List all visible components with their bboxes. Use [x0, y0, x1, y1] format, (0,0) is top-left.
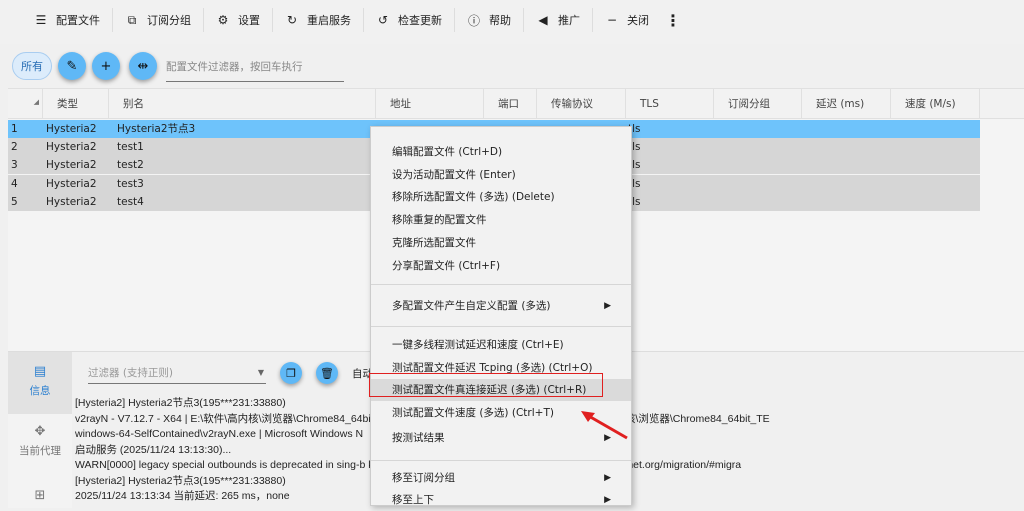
menu-item[interactable]: 编辑配置文件 (Ctrl+D): [371, 141, 631, 163]
col-address[interactable]: 地址: [376, 89, 484, 119]
add-button[interactable]: +: [92, 52, 120, 80]
cell-num: 1: [11, 123, 18, 135]
menu-item[interactable]: 一键多线程测试延迟和速度 (Ctrl+E): [371, 334, 631, 356]
speaker-icon: ◀: [538, 13, 548, 27]
col-delay[interactable]: 延迟 (ms): [802, 89, 891, 119]
split-icon: ⇹: [137, 58, 149, 74]
pencil-icon: ✎: [66, 58, 78, 74]
copy-icon: ❐: [286, 366, 296, 380]
submenu-arrow-icon: ▶: [604, 473, 611, 483]
menu-separator: [371, 284, 631, 285]
toolbar-restart[interactable]: ↻ 重启服务: [273, 8, 364, 32]
col-type[interactable]: 类型: [43, 89, 109, 119]
network-icon: ⊞: [34, 488, 46, 503]
cell-name: test4: [117, 195, 144, 208]
help-icon: ⓘ: [467, 13, 480, 28]
update-icon: ↺: [377, 13, 389, 27]
nav-info[interactable]: ▤ 信息: [8, 352, 72, 414]
toolbar-profiles[interactable]: ☰ 配置文件: [22, 8, 113, 32]
cell-type: Hysteria2: [46, 141, 97, 154]
log-filter-input[interactable]: 过滤器 (支持正则) ▼: [88, 362, 266, 384]
menu-item[interactable]: 移至订阅分组 ▶: [371, 467, 631, 489]
nav-network[interactable]: ⊞: [8, 488, 72, 508]
col-transport[interactable]: 传输协议: [537, 89, 626, 119]
toolbar-help[interactable]: ⓘ 帮助: [455, 8, 524, 32]
copy-button[interactable]: ❐: [280, 362, 302, 384]
filter-all-chip[interactable]: 所有: [12, 52, 52, 80]
select-all-corner[interactable]: ◢: [8, 89, 43, 119]
cell-num: 4: [11, 177, 18, 190]
cell-type: Hysteria2: [46, 195, 97, 208]
toolbar-close[interactable]: − 关闭: [593, 8, 661, 32]
col-speed[interactable]: 速度 (M/s): [891, 89, 980, 119]
menu-item[interactable]: 克隆所选配置文件: [371, 232, 631, 254]
submenu-arrow-icon: ▶: [604, 301, 611, 311]
dropdown-icon: ▼: [257, 368, 264, 377]
trash-icon: 🗑: [320, 366, 334, 380]
cell-name: test3: [117, 177, 144, 190]
plus-icon: +: [100, 58, 112, 74]
menu-item[interactable]: 移除重复的配置文件: [371, 209, 631, 231]
col-name[interactable]: 别名: [109, 89, 376, 119]
cell-name: test2: [117, 159, 144, 172]
toolbar: ☰ 配置文件 ⧉ 订阅分组 ⚙ 设置 ↻ 重启服务 ↺ 检查更新 ⓘ 帮助 ◀ 推广 − 关闭 …: [0, 0, 1024, 44]
table-header: ◢ 类型 别名 地址 端口 传输协议 TLS 订阅分组 延迟 (ms) 速度 (…: [8, 88, 1024, 119]
col-tls[interactable]: TLS: [626, 89, 714, 119]
cell-num: 3: [11, 159, 18, 172]
cell-type: Hysteria2: [46, 177, 97, 190]
cell-name: test1: [117, 141, 144, 154]
cell-type: Hysteria2: [46, 159, 97, 172]
more-menu-icon[interactable]: ⋮: [661, 11, 681, 30]
toolbar-settings[interactable]: ⚙ 设置: [204, 8, 273, 32]
col-subscription[interactable]: 订阅分组: [714, 89, 802, 119]
clear-button[interactable]: 🗑: [316, 362, 338, 384]
context-menu: 编辑配置文件 (Ctrl+D) 设为活动配置文件 (Enter) 移除所选配置文件 …: [370, 126, 632, 506]
log-line: 2025/11/24 13:13:34 当前延迟: 265 ms，none: [75, 490, 290, 502]
message-icon: ▤: [33, 364, 47, 379]
menu-item[interactable]: 设为活动配置文件 (Enter): [371, 164, 631, 186]
subscription-icon: ⧉: [127, 12, 137, 27]
gear-icon: ⚙: [217, 13, 229, 27]
move-button[interactable]: ⇹: [129, 52, 157, 80]
cell-num: 2: [11, 141, 18, 154]
menu-item[interactable]: 分享配置文件 (Ctrl+F): [371, 255, 631, 277]
cell-type: Hysteria2: [46, 123, 97, 135]
annotation-arrow-icon: [581, 411, 628, 440]
cell-name: Hysteria2节点3: [117, 123, 196, 135]
edit-button[interactable]: ✎: [58, 52, 86, 80]
bottom-nav: ▤ 信息 ✥ 当前代理 ⊞: [8, 352, 72, 508]
col-port[interactable]: 端口: [484, 89, 537, 119]
restart-icon: ↻: [286, 13, 298, 27]
menu-separator: [371, 326, 631, 327]
minimize-icon: −: [606, 13, 618, 27]
toolbar-subscription[interactable]: ⧉ 订阅分组: [113, 8, 204, 32]
move-icon: ✥: [34, 424, 46, 439]
server-icon: ☰: [35, 13, 47, 27]
profile-filter-input[interactable]: 配置文件过滤器，按回车执行: [166, 56, 344, 82]
toolbar-promote[interactable]: ◀ 推广: [524, 8, 593, 32]
toolbar-update[interactable]: ↺ 检查更新: [364, 8, 455, 32]
cell-num: 5: [11, 195, 18, 208]
menu-separator: [371, 460, 631, 461]
highlight-box: [369, 373, 603, 397]
menu-item[interactable]: 多配置文件产生自定义配置 (多选) ▶: [371, 295, 631, 317]
nav-current-proxy[interactable]: ✥ 当前代理: [8, 424, 72, 486]
menu-item[interactable]: 移除所选配置文件 (多选) (Delete): [371, 186, 631, 208]
